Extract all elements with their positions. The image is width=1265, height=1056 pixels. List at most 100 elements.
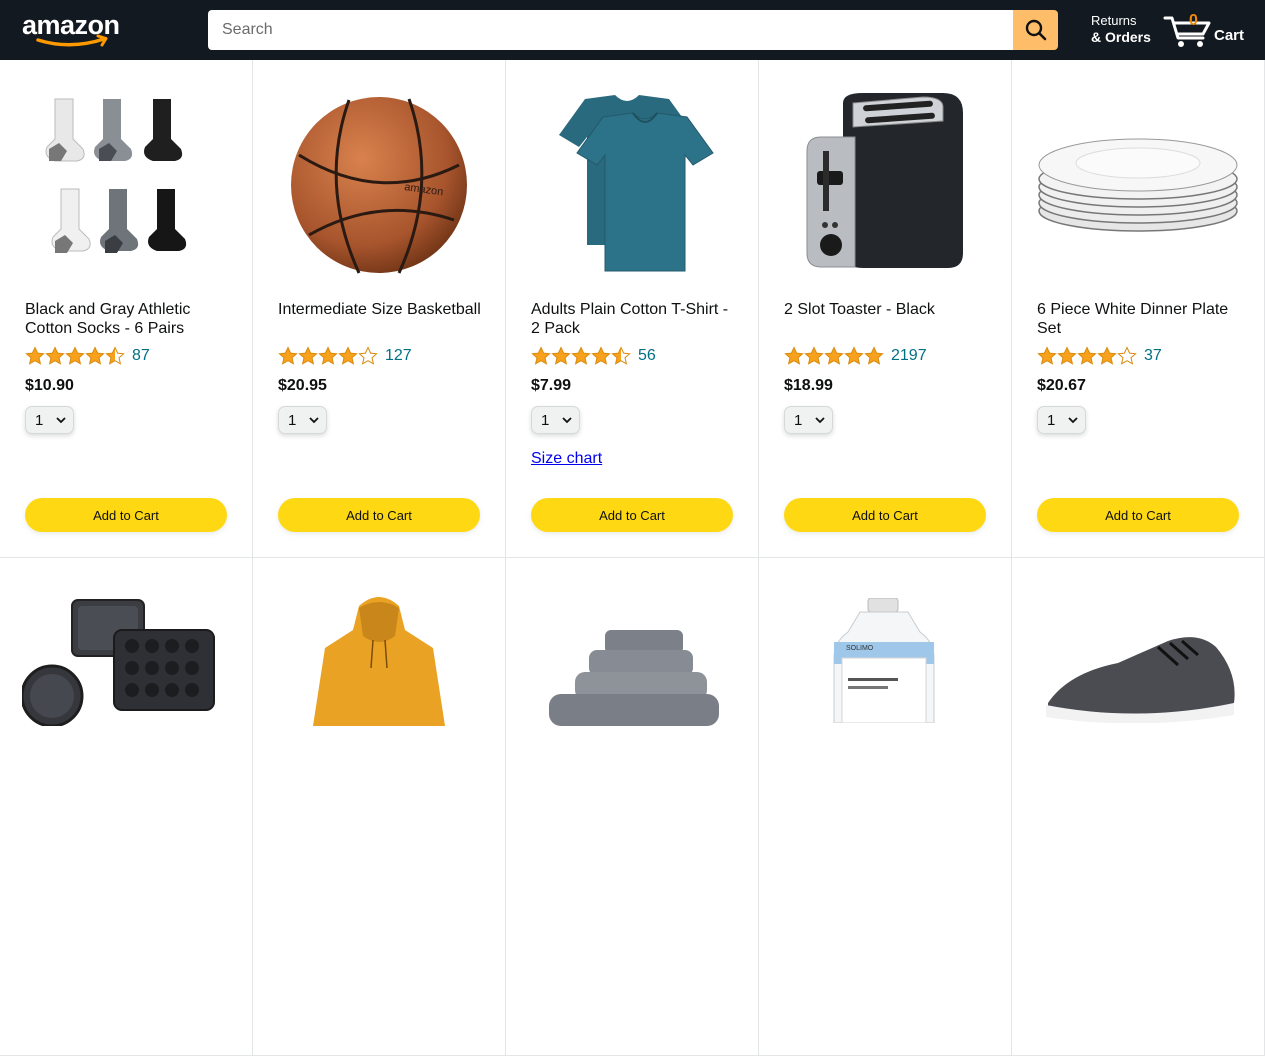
size-chart-link[interactable]: Size chart <box>531 450 602 468</box>
product-price: $10.90 <box>25 377 74 394</box>
toaster-icon <box>806 92 963 268</box>
quantity-value: 1 <box>288 411 297 429</box>
quantity-value: 1 <box>541 411 550 429</box>
product-image-bakeware[interactable] <box>22 596 222 786</box>
add-to-cart-button[interactable]: Add to Cart <box>784 498 986 532</box>
star-icon <box>784 346 804 365</box>
bakeware-set-icon <box>22 599 215 726</box>
product-card: Black and Gray Athletic Cotton Socks - 6… <box>0 60 253 558</box>
add-to-cart-button[interactable]: Add to Cart <box>25 498 227 532</box>
top-header: amazon Returns & Orders 0 Cart <box>0 0 1265 60</box>
amazon-logo[interactable]: amazon <box>22 10 132 50</box>
rating-stars <box>531 346 631 366</box>
star-icon <box>864 346 884 365</box>
quantity-select[interactable]: 1 <box>784 406 833 434</box>
product-card <box>253 558 506 1056</box>
chevron-down-icon <box>1068 417 1078 424</box>
product-price: $18.99 <box>784 377 833 394</box>
product-image-towels[interactable] <box>531 628 733 818</box>
star-icon <box>45 346 65 365</box>
rating-count-link[interactable]: 56 <box>638 347 656 365</box>
star-icon <box>844 346 864 365</box>
star-icon <box>278 346 298 365</box>
towels-icon <box>548 630 719 726</box>
rating-stars <box>784 346 884 366</box>
product-image-detergent[interactable]: SOLIMO <box>784 598 986 788</box>
product-image-sneaker[interactable] <box>1037 633 1239 823</box>
star-icon <box>338 346 358 365</box>
quantity-select[interactable]: 1 <box>1037 406 1086 434</box>
product-card <box>506 558 759 1056</box>
cart-label: Cart <box>1214 27 1245 44</box>
socks-icon <box>45 98 187 253</box>
product-rating: 56 <box>531 345 656 367</box>
product-image-hoodie[interactable] <box>278 596 480 786</box>
star-icon <box>824 346 844 365</box>
product-name[interactable]: Intermediate Size Basketball <box>278 300 488 319</box>
star-icon <box>1117 346 1137 365</box>
add-to-cart-button[interactable]: Add to Cart <box>1037 498 1239 532</box>
star-icon <box>611 346 631 365</box>
rating-count-link[interactable]: 2197 <box>891 347 927 365</box>
quantity-select[interactable]: 1 <box>531 406 580 434</box>
detergent-bottle-icon: SOLIMO <box>833 598 935 723</box>
quantity-value: 1 <box>794 411 803 429</box>
star-icon <box>591 346 611 365</box>
chevron-down-icon <box>56 417 66 424</box>
product-card: 6 Piece White Dinner Plate Set 37 $20.67… <box>1012 60 1265 558</box>
product-name[interactable]: 6 Piece White Dinner Plate Set <box>1037 300 1247 338</box>
rating-count-link[interactable]: 87 <box>132 347 150 365</box>
quantity-value: 1 <box>1047 411 1056 429</box>
product-image-basketball[interactable]: amazon <box>278 90 480 280</box>
product-price: $20.67 <box>1037 377 1086 394</box>
product-price: $7.99 <box>531 377 572 394</box>
product-card: amazon Intermediate Size Basketball 127 … <box>253 60 506 558</box>
svg-text:SOLIMO: SOLIMO <box>846 645 874 652</box>
star-icon <box>1057 346 1077 365</box>
hoodie-icon <box>313 597 445 726</box>
returns-label: Returns <box>1091 13 1137 28</box>
product-image-plates[interactable] <box>1037 90 1239 280</box>
product-card <box>1012 558 1265 1056</box>
product-image-socks[interactable] <box>25 90 227 280</box>
tshirt-icon <box>558 95 714 272</box>
product-card: SOLIMO <box>759 558 1012 1056</box>
star-icon <box>1077 346 1097 365</box>
plates-icon <box>1038 138 1238 232</box>
quantity-select[interactable]: 1 <box>25 406 74 434</box>
product-price: $20.95 <box>278 377 327 394</box>
search-button[interactable] <box>1013 10 1058 50</box>
cart-button[interactable]: 0 Cart <box>1163 8 1253 52</box>
orders-label: & Orders <box>1091 29 1151 45</box>
add-to-cart-button[interactable]: Add to Cart <box>531 498 733 532</box>
star-icon <box>1037 346 1057 365</box>
product-name[interactable]: Black and Gray Athletic Cotton Socks - 6… <box>25 300 235 338</box>
star-icon <box>105 346 125 365</box>
rating-count-link[interactable]: 127 <box>385 347 412 365</box>
search-input[interactable] <box>208 10 1013 50</box>
returns-orders-link[interactable]: Returns & Orders <box>1091 13 1151 45</box>
sneaker-icon <box>1046 637 1235 723</box>
star-icon <box>804 346 824 365</box>
quantity-select[interactable]: 1 <box>278 406 327 434</box>
product-image-tshirt[interactable] <box>531 90 733 280</box>
product-name[interactable]: Adults Plain Cotton T-Shirt - 2 Pack <box>531 300 741 338</box>
add-to-cart-button[interactable]: Add to Cart <box>278 498 480 532</box>
star-icon <box>298 346 318 365</box>
chevron-down-icon <box>815 417 825 424</box>
product-rating: 127 <box>278 345 412 367</box>
star-icon <box>551 346 571 365</box>
product-image-toaster[interactable] <box>784 90 986 280</box>
star-icon <box>571 346 591 365</box>
product-rating: 37 <box>1037 345 1162 367</box>
product-card: 2 Slot Toaster - Black 2197 $18.99 1 Add… <box>759 60 1012 558</box>
cart-icon <box>1163 16 1211 47</box>
star-icon <box>531 346 551 365</box>
chevron-down-icon <box>562 417 572 424</box>
product-card <box>0 558 253 1056</box>
product-name[interactable]: 2 Slot Toaster - Black <box>784 300 994 319</box>
svg-text:amazon: amazon <box>22 10 120 40</box>
chevron-down-icon <box>309 417 319 424</box>
star-icon <box>85 346 105 365</box>
rating-count-link[interactable]: 37 <box>1144 347 1162 365</box>
